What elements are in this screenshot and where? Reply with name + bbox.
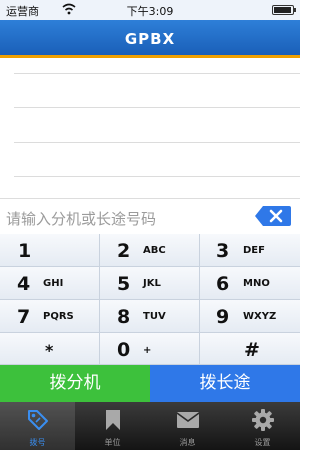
- nav-bar: GPBX: [0, 20, 300, 58]
- key-9[interactable]: 9 WXYZ: [200, 300, 300, 333]
- gear-icon: [252, 409, 274, 431]
- tab-bar: 拨号 单位 消息 设置: [0, 402, 300, 450]
- clock: 下午3:09: [126, 5, 174, 18]
- key-hash[interactable]: #: [200, 333, 300, 365]
- dial-keypad: 1 2 ABC 3 DEF 4 GHI 5 JKL 6 MNO 7 PQRS 8…: [0, 234, 300, 365]
- key-1[interactable]: 1: [0, 234, 100, 267]
- number-input-placeholder: 请输入分机或长途号码: [6, 210, 157, 228]
- call-list: [0, 61, 300, 198]
- key-0[interactable]: 0 +: [100, 333, 200, 365]
- tab-label: 拨号: [29, 438, 46, 447]
- number-input[interactable]: 请输入分机或长途号码: [0, 198, 300, 234]
- list-separator: [14, 73, 300, 74]
- list-separator: [14, 176, 300, 177]
- envelope-icon: [176, 412, 200, 428]
- tab-label: 消息: [179, 438, 196, 447]
- key-6[interactable]: 6 MNO: [200, 267, 300, 300]
- key-7[interactable]: 7 PQRS: [0, 300, 100, 333]
- tab-units[interactable]: 单位: [75, 402, 150, 450]
- tab-label: 设置: [254, 438, 271, 447]
- tab-dial[interactable]: 拨号: [0, 402, 75, 450]
- battery-icon: [272, 5, 296, 15]
- list-separator: [14, 107, 300, 108]
- status-bar: 运营商 下午3:09: [0, 0, 300, 20]
- dial-long-distance-button[interactable]: 拨长途: [150, 365, 300, 402]
- key-5[interactable]: 5 JKL: [100, 267, 200, 300]
- tab-settings[interactable]: 设置: [225, 402, 300, 450]
- tab-messages[interactable]: 消息: [150, 402, 225, 450]
- list-separator: [14, 142, 300, 143]
- page-title: GPBX: [124, 30, 176, 48]
- key-8[interactable]: 8 TUV: [100, 300, 200, 333]
- key-4[interactable]: 4 GHI: [0, 267, 100, 300]
- tab-label: 单位: [104, 438, 121, 447]
- delete-icon[interactable]: [254, 205, 292, 227]
- key-2[interactable]: 2 ABC: [100, 234, 200, 267]
- key-star[interactable]: *: [0, 333, 100, 365]
- tag-icon: [28, 410, 48, 430]
- bookmark-icon: [106, 410, 120, 430]
- dial-extension-button[interactable]: 拨分机: [0, 365, 150, 402]
- key-3[interactable]: 3 DEF: [200, 234, 300, 267]
